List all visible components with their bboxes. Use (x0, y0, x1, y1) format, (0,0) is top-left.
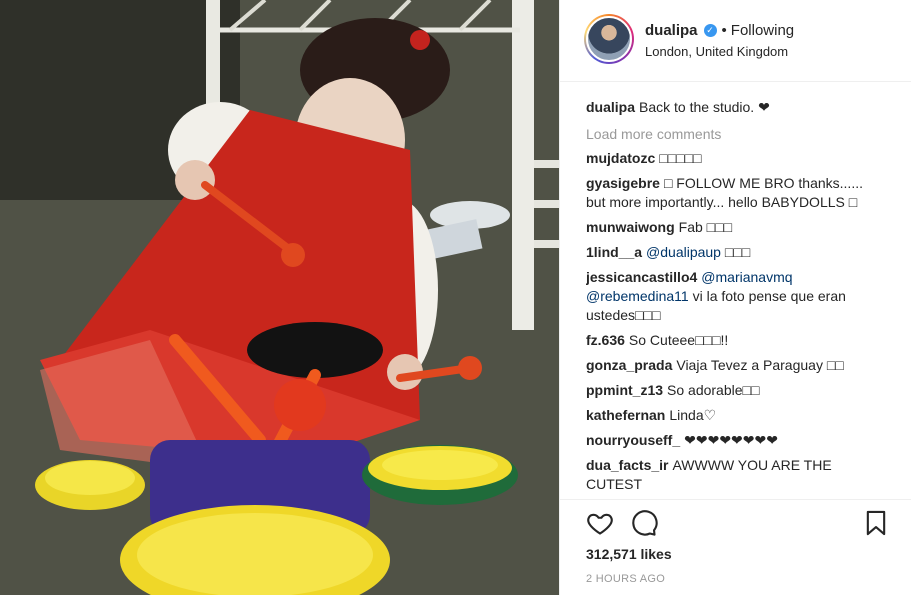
username-link[interactable]: dualipa (645, 22, 698, 39)
comment-username[interactable]: ppmint_z13 (586, 382, 663, 398)
caption: dualipa Back to the studio. ❤ (586, 98, 886, 117)
post-timestamp[interactable]: 2 HOURS AGO (586, 573, 665, 585)
separator-dot: • (721, 22, 727, 39)
comment-text: Viaja Tevez a Paraguay □□ (676, 357, 844, 373)
comment-text: Fab □□□ (678, 219, 733, 235)
location-link[interactable]: London, United Kingdom (645, 44, 788, 59)
comment-item: gyasigebre □ FOLLOW ME BRO thanks...... b… (586, 174, 886, 212)
comments-list[interactable]: dualipa Back to the studio. ❤ Load more c… (586, 98, 886, 498)
comment-text: □□□ (720, 244, 751, 260)
comment-item: dua_facts_ir AWWWW YOU ARE THE CUTEST (586, 456, 886, 494)
action-bar (586, 509, 886, 537)
comment-username[interactable]: gonza_prada (586, 357, 672, 373)
comment-item: 1lind__a @dualipaup □□□ (586, 243, 886, 262)
likes-count[interactable]: 312,571 likes (586, 546, 672, 562)
load-more-comments-button[interactable]: Load more comments (586, 126, 886, 142)
comment-username[interactable]: mujdatozc (586, 150, 655, 166)
comment-username[interactable]: dua_facts_ir (586, 457, 668, 473)
comment-username[interactable]: 1lind__a (586, 244, 642, 260)
post-sidebar: dualipa ✓ • Following London, United Kin… (559, 0, 911, 595)
comment-item: gonza_prada Viaja Tevez a Paraguay □□ (586, 356, 886, 375)
comment-text: So adorable□□ (667, 382, 760, 398)
comment-item: munwaiwong Fab □□□ (586, 218, 886, 237)
following-button[interactable]: Following (731, 22, 794, 39)
comment-item: kathefernan Linda♡ (586, 406, 886, 425)
comment-item: jessicancastillo4 @marianavmq @rebemedina1… (586, 268, 886, 325)
comment-item: ppmint_z13 So adorable□□ (586, 381, 886, 400)
verified-badge-icon: ✓ (703, 24, 717, 37)
bookmark-icon[interactable] (862, 509, 890, 537)
comment-mention[interactable]: @dualipaup (646, 244, 721, 260)
comment-username[interactable]: nourryouseff_ (586, 432, 680, 448)
heart-icon[interactable] (586, 509, 614, 537)
avatar-image (586, 16, 632, 62)
comment-username[interactable]: kathefernan (586, 407, 665, 423)
comment-text: So Cuteee□□□!! (628, 332, 729, 348)
comment-username[interactable]: jessicancastillo4 (586, 269, 697, 285)
post-header: dualipa ✓ • Following London, United Kin… (560, 0, 911, 82)
post-photo[interactable] (0, 0, 559, 595)
caption-text: Back to the studio. ❤ (639, 99, 770, 115)
comment-item: fz.636 So Cuteee□□□!! (586, 331, 886, 350)
comment-mention[interactable]: @rebemedina11 (586, 288, 689, 304)
photo-illustration (0, 0, 559, 595)
comment-username[interactable]: gyasigebre (586, 175, 660, 191)
comment-item: nourryouseff_ ❤❤❤❤❤❤❤❤ (586, 431, 886, 450)
comment-icon[interactable] (630, 509, 658, 537)
comment-item: mujdatozc □□□□□ (586, 149, 886, 168)
comment-text: ❤❤❤❤❤❤❤❤ (684, 432, 778, 448)
comment-text: □□□□□ (659, 150, 702, 166)
comment-username[interactable]: munwaiwong (586, 219, 675, 235)
instagram-post: dualipa ✓ • Following London, United Kin… (0, 0, 911, 595)
caption-username[interactable]: dualipa (586, 99, 635, 115)
comment-username[interactable]: fz.636 (586, 332, 625, 348)
actions-divider (560, 499, 911, 500)
username-line: dualipa ✓ • Following (645, 22, 794, 39)
avatar[interactable] (584, 14, 634, 64)
comment-mention[interactable]: @marianavmq (701, 269, 792, 285)
comment-text: Linda♡ (669, 407, 717, 423)
